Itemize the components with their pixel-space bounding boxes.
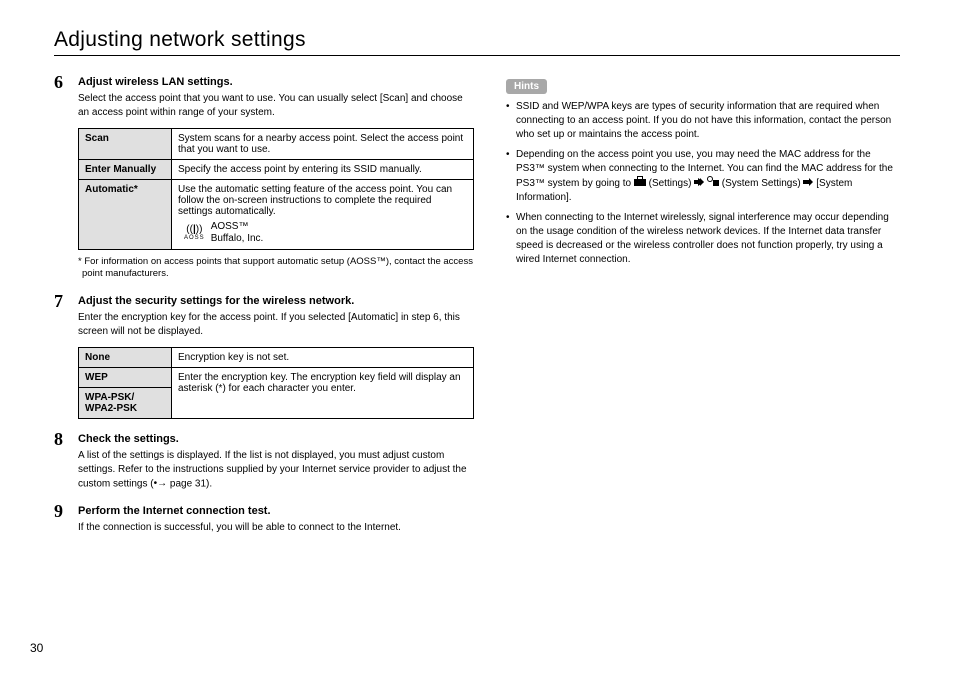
step-7: 7 Adjust the security settings for the w… — [54, 295, 474, 419]
manual-page: Adjusting network settings 6 Adjust wire… — [0, 0, 954, 673]
aoss-row: ((|))AOSS AOSS™ Buffalo, Inc. — [178, 221, 467, 245]
step-heading: Adjust the security settings for the wir… — [78, 295, 474, 307]
option-desc: Specify the access point by entering its… — [172, 160, 474, 180]
step-text: A list of the settings is displayed. If … — [78, 449, 474, 492]
system-settings-icon — [707, 176, 719, 191]
step-text: If the connection is successful, you wil… — [78, 521, 474, 535]
lan-options-table: Scan System scans for a nearby access po… — [78, 128, 474, 250]
left-column: 6 Adjust wireless LAN settings. Select t… — [54, 76, 474, 549]
aoss-vendor: Buffalo, Inc. — [211, 233, 264, 244]
table-row: Enter Manually Specify the access point … — [79, 160, 474, 180]
table-row: WEP Enter the encryption key. The encryp… — [79, 367, 474, 387]
option-name: WPA-PSK/ WPA2-PSK — [79, 387, 172, 418]
arrow-right-icon — [694, 177, 704, 191]
content-columns: 6 Adjust wireless LAN settings. Select t… — [54, 76, 900, 549]
hint-item: Depending on the access point you use, y… — [506, 148, 900, 205]
option-desc: System scans for a nearby access point. … — [172, 129, 474, 160]
step-heading: Check the settings. — [78, 433, 474, 445]
aoss-text: AOSS™ Buffalo, Inc. — [211, 221, 264, 245]
step-number: 7 — [54, 291, 63, 312]
step-text: Enter the encryption key for the access … — [78, 311, 474, 339]
arrow-right-icon: •→ — [154, 477, 168, 491]
option-desc-text: Use the automatic setting feature of the… — [178, 184, 452, 217]
page-number: 30 — [30, 641, 43, 655]
option-desc: Enter the encryption key. The encryption… — [172, 367, 474, 418]
step-footnote: * For information on access points that … — [82, 256, 474, 281]
step-number: 9 — [54, 501, 63, 522]
aoss-icon: ((|))AOSS — [184, 225, 205, 241]
option-desc: Encryption key is not set. — [172, 347, 474, 367]
step-number: 8 — [54, 429, 63, 450]
step-8: 8 Check the settings. A list of the sett… — [54, 433, 474, 492]
aoss-name: AOSS™ — [211, 221, 249, 232]
table-row: Scan System scans for a nearby access po… — [79, 129, 474, 160]
right-column: Hints SSID and WEP/WPA keys are types of… — [506, 76, 900, 549]
hint-item: SSID and WEP/WPA keys are types of secur… — [506, 100, 900, 142]
step-text: Select the access point that you want to… — [78, 92, 474, 120]
option-name: Automatic* — [79, 180, 172, 250]
hints-list: SSID and WEP/WPA keys are types of secur… — [506, 100, 900, 267]
toolbox-icon — [634, 176, 646, 191]
step-heading: Perform the Internet connection test. — [78, 505, 474, 517]
table-row: Automatic* Use the automatic setting fea… — [79, 180, 474, 250]
table-row: None Encryption key is not set. — [79, 347, 474, 367]
step-number: 6 — [54, 72, 63, 93]
option-name: Enter Manually — [79, 160, 172, 180]
hints-badge: Hints — [506, 79, 547, 94]
option-name: None — [79, 347, 172, 367]
option-name: Scan — [79, 129, 172, 160]
step-9: 9 Perform the Internet connection test. … — [54, 505, 474, 535]
step-heading: Adjust wireless LAN settings. — [78, 76, 474, 88]
title-rule — [54, 55, 900, 56]
security-options-table: None Encryption key is not set. WEP Ente… — [78, 347, 474, 419]
page-title: Adjusting network settings — [54, 28, 900, 52]
option-name: WEP — [79, 367, 172, 387]
option-desc: Use the automatic setting feature of the… — [172, 180, 474, 250]
arrow-right-icon — [803, 177, 813, 191]
step-6: 6 Adjust wireless LAN settings. Select t… — [54, 76, 474, 281]
hint-item: When connecting to the Internet wireless… — [506, 211, 900, 267]
